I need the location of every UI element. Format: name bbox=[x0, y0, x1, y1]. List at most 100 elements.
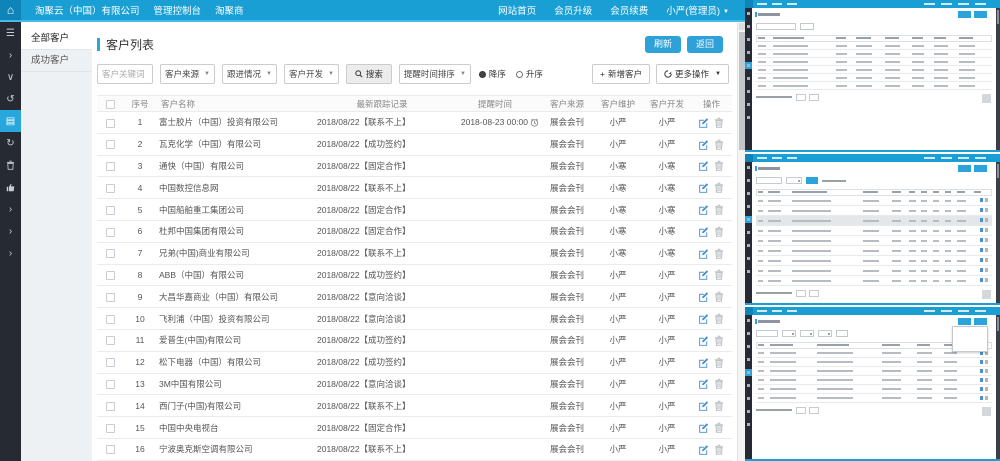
edit-button[interactable] bbox=[697, 116, 710, 129]
app-preview-top[interactable] bbox=[745, 0, 1000, 152]
customer-list-icon[interactable]: ▤ bbox=[0, 110, 21, 132]
logout-arrow-icon[interactable]: ↻ bbox=[0, 132, 21, 154]
chevron-right-icon[interactable]: › bbox=[0, 198, 21, 220]
more-operations-button[interactable]: 更多操作▼ bbox=[656, 64, 729, 84]
sort-desc-radio[interactable]: 降序 bbox=[479, 68, 506, 80]
row-number: 12 bbox=[123, 357, 157, 367]
delete-button[interactable] bbox=[713, 138, 726, 151]
sort-asc-radio[interactable]: 升序 bbox=[516, 68, 543, 80]
sort-select[interactable]: 提醒时间排序▼ bbox=[399, 64, 471, 84]
app-preview-bottom[interactable] bbox=[745, 307, 1000, 461]
table-row: 11 爱普生(中国)有限公司 2018/08/22【成功签约】 展会会刊 小严 … bbox=[97, 330, 732, 352]
main-content: 客户列表 刷新 返回 客户来源▼ 跟进情况▼ 客户开发▼ 搜索 提醒时间排序▼ … bbox=[92, 22, 737, 461]
table-row: 8 ABB（中国）有限公司 2018/08/22【成功签约】 展会会刊 小严 小… bbox=[97, 265, 732, 287]
customer-developer: 小严 bbox=[643, 116, 691, 128]
nav-site-home[interactable]: 网站首页 bbox=[498, 3, 536, 17]
user-menu[interactable]: 小严(管理员)▼ bbox=[666, 3, 729, 17]
remind-time bbox=[449, 161, 541, 171]
row-checkbox[interactable] bbox=[106, 206, 115, 215]
row-checkbox[interactable] bbox=[106, 424, 115, 433]
home-icon[interactable]: ⌂ bbox=[0, 0, 21, 20]
header-customer-name: 客户名称 bbox=[157, 98, 315, 110]
edit-button[interactable] bbox=[697, 247, 710, 260]
delete-button[interactable] bbox=[713, 225, 726, 238]
row-checkbox[interactable] bbox=[106, 402, 115, 411]
edit-button[interactable] bbox=[697, 334, 710, 347]
select-all-checkbox[interactable] bbox=[106, 100, 115, 109]
app-preview-middle[interactable] bbox=[745, 154, 1000, 305]
edit-button[interactable] bbox=[697, 377, 710, 390]
nav-member-renew[interactable]: 会员续费 bbox=[610, 3, 648, 17]
customer-keeper: 小寒 bbox=[593, 160, 643, 172]
customer-name: 瓦克化学（中国）有限公司 bbox=[157, 138, 315, 150]
edit-button[interactable] bbox=[697, 443, 710, 456]
row-number: 7 bbox=[123, 248, 157, 258]
thumbs-up-icon[interactable] bbox=[0, 176, 21, 198]
delete-button[interactable] bbox=[713, 443, 726, 456]
search-button[interactable]: 搜索 bbox=[346, 64, 392, 84]
delete-button[interactable] bbox=[713, 290, 726, 303]
delete-button[interactable] bbox=[713, 356, 726, 369]
edit-button[interactable] bbox=[697, 312, 710, 325]
edit-button[interactable] bbox=[697, 268, 710, 281]
row-checkbox[interactable] bbox=[106, 162, 115, 171]
row-checkbox[interactable] bbox=[106, 293, 115, 302]
row-checkbox[interactable] bbox=[106, 119, 115, 128]
chevron-right-icon[interactable]: › bbox=[0, 242, 21, 264]
row-checkbox[interactable] bbox=[106, 336, 115, 345]
source-select[interactable]: 客户来源▼ bbox=[160, 64, 215, 84]
row-operations bbox=[691, 116, 732, 129]
delete-button[interactable] bbox=[713, 203, 726, 216]
delete-button[interactable] bbox=[713, 159, 726, 172]
row-operations bbox=[691, 399, 732, 412]
edit-button[interactable] bbox=[697, 203, 710, 216]
edit-button[interactable] bbox=[697, 421, 710, 434]
add-customer-button[interactable]: +新增客户 bbox=[592, 64, 650, 84]
row-checkbox[interactable] bbox=[106, 271, 115, 280]
nav-member-upgrade[interactable]: 会员升级 bbox=[554, 3, 592, 17]
subnav-item-all-customers[interactable]: 全部客户 bbox=[21, 28, 92, 50]
row-checkbox[interactable] bbox=[106, 140, 115, 149]
table-row: 5 中国船舶重工集团公司 2018/08/22【固定合作】 展会会刊 小寒 小寒 bbox=[97, 199, 732, 221]
edit-button[interactable] bbox=[697, 159, 710, 172]
row-checkbox[interactable] bbox=[106, 184, 115, 193]
menu-icon[interactable]: ☰ bbox=[0, 22, 21, 44]
develop-select[interactable]: 客户开发▼ bbox=[284, 64, 339, 84]
trash-icon[interactable] bbox=[0, 154, 21, 176]
delete-button[interactable] bbox=[713, 312, 726, 325]
followup-select[interactable]: 跟进情况▼ bbox=[222, 64, 277, 84]
vertical-scrollbar[interactable] bbox=[737, 22, 745, 461]
login-arrow-icon[interactable]: ↺ bbox=[0, 88, 21, 110]
edit-button[interactable] bbox=[697, 290, 710, 303]
back-button[interactable]: 返回 bbox=[687, 36, 723, 53]
subnav-item-success-customers[interactable]: 成功客户 bbox=[21, 50, 92, 72]
delete-button[interactable] bbox=[713, 268, 726, 281]
edit-button[interactable] bbox=[697, 356, 710, 369]
delete-button[interactable] bbox=[713, 181, 726, 194]
row-checkbox[interactable] bbox=[106, 315, 115, 324]
edit-button[interactable] bbox=[697, 225, 710, 238]
chevron-right-icon[interactable]: › bbox=[0, 44, 21, 66]
latest-record: 2018/08/22【成功签约】 bbox=[315, 138, 449, 150]
chevron-down-icon[interactable]: ∨ bbox=[0, 66, 21, 88]
chevron-right-icon[interactable]: › bbox=[0, 220, 21, 242]
row-checkbox[interactable] bbox=[106, 445, 115, 454]
keyword-input[interactable] bbox=[97, 64, 153, 84]
refresh-button[interactable]: 刷新 bbox=[645, 36, 681, 53]
delete-button[interactable] bbox=[713, 334, 726, 347]
row-checkbox[interactable] bbox=[106, 380, 115, 389]
edit-button[interactable] bbox=[697, 181, 710, 194]
edit-button[interactable] bbox=[697, 399, 710, 412]
delete-button[interactable] bbox=[713, 421, 726, 434]
delete-button[interactable] bbox=[713, 247, 726, 260]
edit-button[interactable] bbox=[697, 138, 710, 151]
row-checkbox[interactable] bbox=[106, 228, 115, 237]
row-checkbox[interactable] bbox=[106, 249, 115, 258]
delete-button[interactable] bbox=[713, 116, 726, 129]
latest-record: 2018/08/22【联系不上】 bbox=[315, 400, 449, 412]
delete-button[interactable] bbox=[713, 377, 726, 390]
nav-admin-console[interactable]: 管理控制台 bbox=[154, 3, 202, 17]
row-checkbox[interactable] bbox=[106, 358, 115, 367]
nav-shop[interactable]: 淘聚商 bbox=[215, 3, 244, 17]
delete-button[interactable] bbox=[713, 399, 726, 412]
